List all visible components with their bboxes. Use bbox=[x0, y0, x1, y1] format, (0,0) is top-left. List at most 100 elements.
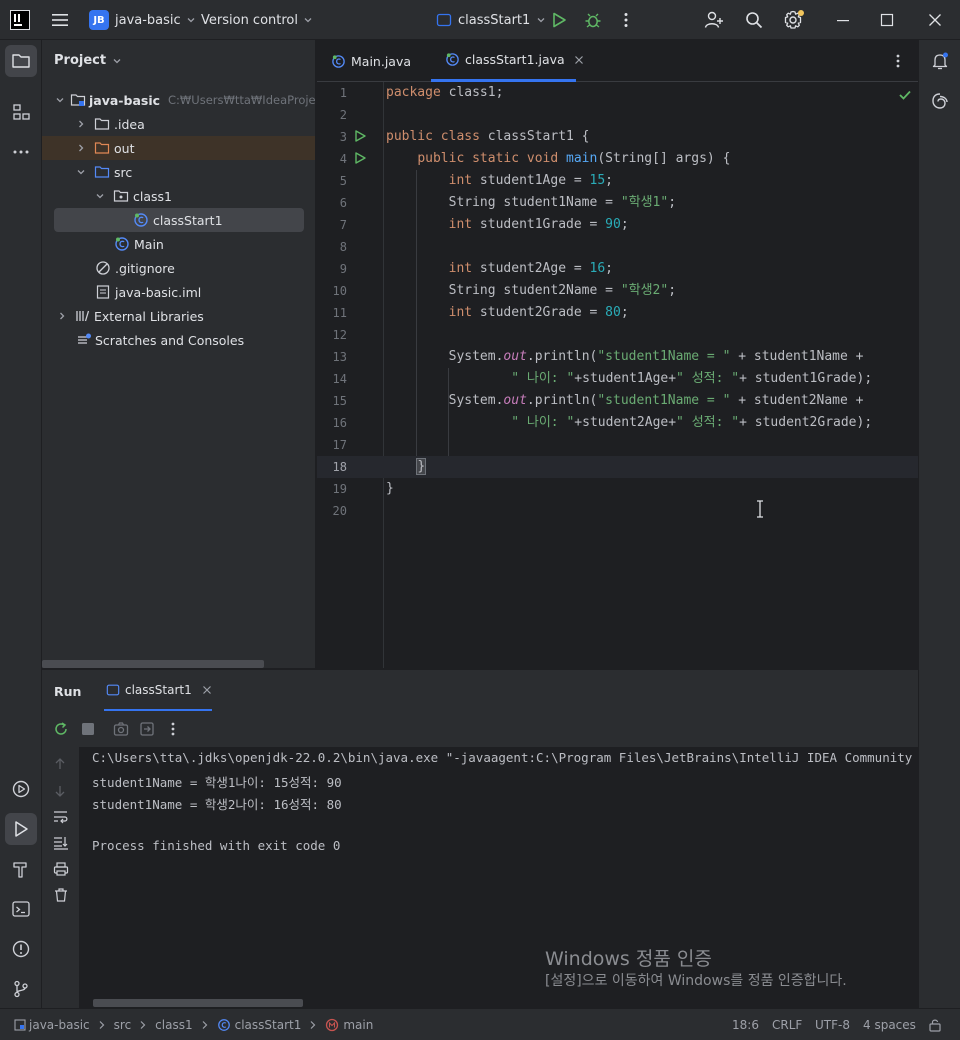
problems-icon[interactable] bbox=[5, 933, 37, 965]
scroll-to-end-icon[interactable] bbox=[53, 836, 69, 850]
stop-icon[interactable] bbox=[81, 722, 95, 736]
run-tool-icon[interactable] bbox=[5, 813, 37, 845]
code-line-9: int student2Age = 16; bbox=[386, 258, 613, 280]
arrow-down-icon[interactable] bbox=[53, 784, 67, 798]
line-number: 18 bbox=[332, 460, 347, 474]
main-menu-icon[interactable] bbox=[50, 0, 70, 40]
horizontal-scrollbar[interactable] bbox=[93, 999, 303, 1007]
tree-item-label: .idea bbox=[114, 116, 145, 132]
trash-icon[interactable] bbox=[53, 887, 69, 903]
tree-item-classstart1[interactable]: classStart1 bbox=[42, 208, 315, 232]
code-token: +student2Age+ bbox=[574, 415, 677, 430]
settings-gear-icon[interactable] bbox=[783, 0, 805, 40]
tree-item-src[interactable]: src bbox=[42, 160, 315, 184]
title-bar: JB java-basic Version control classStart… bbox=[0, 0, 960, 40]
code-editor[interactable]: package class1; public class classStart1… bbox=[384, 82, 918, 668]
app-logo-icon[interactable] bbox=[10, 0, 30, 40]
code-token: " 성적: " bbox=[676, 415, 740, 430]
close-tab-icon[interactable] bbox=[574, 55, 584, 65]
run-config-icon bbox=[436, 12, 452, 28]
run-icon[interactable] bbox=[550, 0, 568, 40]
run-tab-classstart1[interactable]: classStart1 bbox=[104, 670, 212, 712]
more-actions-icon[interactable] bbox=[618, 0, 634, 40]
terminal-icon[interactable] bbox=[5, 893, 37, 925]
notifications-bell-icon[interactable] bbox=[924, 45, 956, 77]
tree-item-class1[interactable]: class1 bbox=[42, 184, 315, 208]
no-problems-check-icon[interactable] bbox=[898, 88, 912, 102]
project-switcher[interactable]: JB java-basic bbox=[89, 0, 196, 40]
line-number: 14 bbox=[332, 372, 347, 386]
screenshot-icon[interactable] bbox=[113, 721, 129, 737]
print-icon[interactable] bbox=[53, 861, 69, 877]
run-gutter-icon[interactable] bbox=[353, 129, 367, 143]
run-config-selector[interactable]: classStart1 bbox=[436, 0, 546, 40]
library-icon bbox=[75, 308, 91, 324]
tabs-more-icon[interactable] bbox=[891, 40, 905, 82]
horizontal-scrollbar[interactable] bbox=[42, 660, 264, 668]
breadcrumb-item[interactable]: java-basic bbox=[29, 1018, 90, 1032]
tree-item-external-libraries[interactable]: External Libraries bbox=[42, 304, 315, 328]
tree-item-iml[interactable]: java-basic.iml bbox=[42, 280, 315, 304]
breadcrumb-item[interactable]: classStart1 bbox=[235, 1018, 302, 1032]
chevron-right-icon bbox=[74, 119, 88, 129]
more-tools-icon[interactable] bbox=[5, 136, 37, 168]
code-token: int bbox=[448, 261, 473, 276]
git-branch-icon[interactable] bbox=[5, 973, 37, 1005]
code-token: System. bbox=[448, 349, 504, 364]
run-gutter-icon[interactable] bbox=[353, 151, 367, 165]
more-options-icon[interactable] bbox=[168, 721, 178, 737]
services-icon[interactable] bbox=[5, 773, 37, 805]
run-panel-header: Run classStart1 bbox=[42, 669, 918, 712]
tree-item-idea[interactable]: .idea bbox=[42, 112, 315, 136]
exit-icon[interactable] bbox=[139, 721, 155, 737]
tab-classstart1-java[interactable]: classStart1.java bbox=[431, 40, 583, 82]
code-token: } bbox=[386, 481, 394, 496]
project-panel-header[interactable]: Project bbox=[54, 53, 122, 68]
code-token: student1Age = bbox=[472, 173, 590, 188]
tree-item-out[interactable]: out bbox=[42, 136, 315, 160]
debug-icon[interactable] bbox=[584, 0, 602, 40]
code-line-4: public static void main(String[] args) { bbox=[386, 148, 730, 170]
tab-main-java[interactable]: Main.java bbox=[331, 40, 411, 82]
code-token: out bbox=[503, 349, 527, 364]
vcs-menu[interactable]: Version control bbox=[201, 0, 313, 40]
close-window-icon[interactable] bbox=[928, 0, 942, 40]
tree-item-main[interactable]: Main bbox=[42, 232, 315, 256]
build-hammer-icon[interactable] bbox=[5, 853, 37, 885]
java-class-icon bbox=[114, 236, 130, 252]
tree-root[interactable]: java-basic C:₩Users₩tta₩IdeaProjects₩jav… bbox=[42, 88, 315, 112]
code-line-7: int student1Grade = 90; bbox=[386, 214, 629, 236]
line-separator[interactable]: CRLF bbox=[772, 1009, 802, 1040]
ai-assistant-icon[interactable] bbox=[924, 85, 956, 117]
code-token: .println( bbox=[526, 393, 598, 408]
tree-item-gitignore[interactable]: .gitignore bbox=[42, 256, 315, 280]
breadcrumb-item[interactable]: class1 bbox=[155, 1018, 192, 1032]
excluded-folder-icon bbox=[94, 140, 110, 156]
run-console[interactable]: C:\Users\tta\.jdks\openjdk-22.0.2\bin\ja… bbox=[81, 747, 918, 1008]
code-line-13: System.out.println("student1Name = " + s… bbox=[386, 346, 864, 368]
project-tool-icon[interactable] bbox=[5, 45, 37, 77]
add-user-icon[interactable] bbox=[704, 0, 724, 40]
search-icon[interactable] bbox=[744, 0, 764, 40]
rerun-icon[interactable] bbox=[53, 721, 69, 737]
right-tool-strip bbox=[918, 40, 960, 1008]
code-token: "학생2" bbox=[620, 283, 669, 298]
caret-position[interactable]: 18:6 bbox=[732, 1009, 759, 1040]
code-token: main bbox=[566, 151, 598, 166]
tree-item-label: .gitignore bbox=[115, 260, 175, 276]
breadcrumb-item[interactable]: src bbox=[114, 1018, 132, 1032]
indent-setting[interactable]: 4 spaces bbox=[863, 1009, 916, 1040]
close-tab-icon[interactable] bbox=[202, 685, 212, 695]
soft-wrap-icon[interactable] bbox=[53, 810, 69, 824]
arrow-up-icon[interactable] bbox=[53, 757, 67, 771]
tree-item-scratches[interactable]: Scratches and Consoles bbox=[42, 328, 315, 352]
lock-icon[interactable] bbox=[928, 1009, 942, 1040]
code-token: ; bbox=[605, 261, 613, 276]
maximize-icon[interactable] bbox=[880, 0, 894, 40]
code-token: " 성적: " bbox=[676, 371, 740, 386]
breadcrumb-item[interactable]: main bbox=[343, 1018, 373, 1032]
minimize-icon[interactable] bbox=[836, 0, 850, 40]
structure-icon[interactable] bbox=[5, 96, 37, 128]
module-folder-icon bbox=[70, 92, 86, 108]
file-encoding[interactable]: UTF-8 bbox=[815, 1009, 850, 1040]
